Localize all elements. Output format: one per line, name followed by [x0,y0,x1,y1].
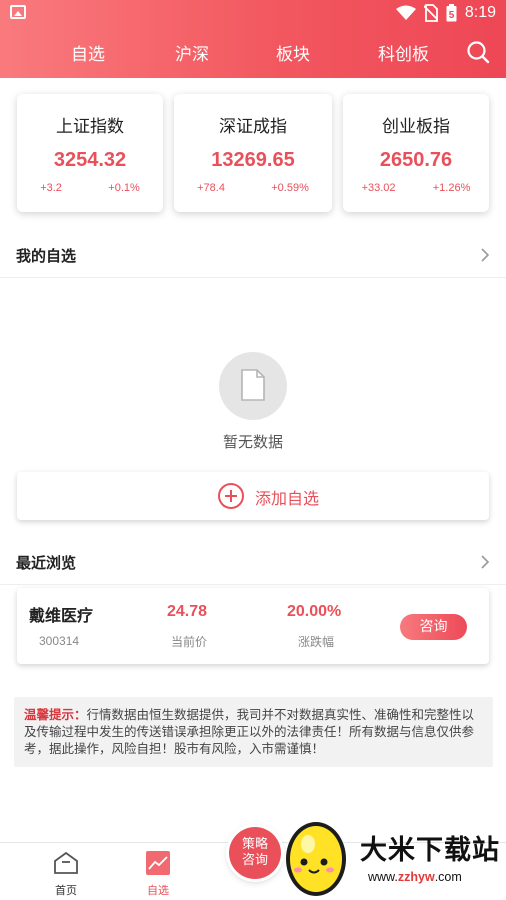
index-change: +3.2 [40,182,62,194]
watchlist-title: 我的自选 [16,247,77,265]
empty-state-circle [219,352,287,420]
battery-icon: 5 [446,4,457,22]
strategy-line1: 策略 [241,837,268,852]
index-card-chinext[interactable]: 创业板指 2650.76 +33.02 +1.26% [343,94,489,212]
chevron-right-icon [481,248,490,262]
status-bar: 5 8:19 [0,0,506,28]
watermark-url: www.zzhyw.com [368,870,462,884]
no-sim-icon [423,4,438,22]
gallery-icon [10,5,26,19]
chart-icon [146,851,170,875]
document-icon [241,369,265,401]
search-icon[interactable] [466,40,490,64]
index-change-pct: +0.1% [108,182,140,194]
recent-title: 最近浏览 [16,554,77,572]
watermark-title: 大米下载站 [360,835,500,866]
stock-price: 24.78 [167,603,208,620]
empty-state-text: 暂无数据 [222,433,283,451]
index-change: +33.02 [361,182,396,194]
watchlist-header[interactable]: 我的自选 [0,234,506,278]
index-value: 13269.65 [211,149,295,171]
stock-price-label: 当前价 [171,635,208,649]
bottom-nav-home-label: 首页 [55,884,77,897]
index-change: +78.4 [197,182,225,194]
notice-text: 行情数据由恒生数据提供，我司并不对数据真实性、准确性和完整性以及传输过程中发生的… [24,707,475,756]
bottom-nav-watchlist-label: 自选 [147,884,169,897]
watermark-url-prefix: www. [368,870,398,884]
tab-watchlist[interactable]: 自选 [71,40,105,65]
egg-mascot-logo [286,822,346,896]
index-change-pct: +1.26% [432,182,471,194]
status-time: 8:19 [464,4,496,21]
stock-code: 300314 [39,634,80,648]
index-changes: +3.2 +0.1% [17,182,163,194]
strategy-line2: 咨询 [241,853,268,868]
index-change-pct: +0.59% [271,182,309,194]
index-name: 创业板指 [382,117,450,137]
stock-change-label: 涨跌幅 [298,635,335,649]
stock-name: 戴维医疗 [29,606,94,625]
status-right: 5 8:19 [395,4,496,22]
index-card-shanghai[interactable]: 上证指数 3254.32 +3.2 +0.1% [17,94,163,212]
tab-star-market[interactable]: 科创板 [378,40,429,65]
index-value: 2650.76 [379,149,453,171]
top-nav: 自选 沪深 板块 科创板 [0,36,506,70]
recent-stock-card[interactable]: 戴维医疗 300314 24.78 当前价 20.00% 涨跌幅 咨询 [17,588,489,664]
index-value: 3254.32 [53,149,127,171]
wifi-icon [395,5,416,20]
disclaimer-notice: 温馨提示：行情数据由恒生数据提供，我司并不对数据真实性、准确性和完整性以及传输过… [14,697,493,767]
strategy-consult-button[interactable]: 策略 咨询 [229,827,281,879]
index-changes: +78.4 +0.59% [174,182,332,194]
home-icon [54,851,78,874]
index-changes: +33.02 +1.26% [343,182,489,194]
plus-circle-icon [218,483,244,509]
consult-button[interactable]: 咨询 [400,614,467,640]
stock-change-pct: 20.00% [287,603,342,620]
index-name: 上证指数 [56,117,124,137]
index-name: 深证成指 [219,117,287,137]
bottom-nav-watchlist[interactable]: 自选 [128,851,188,898]
add-watchlist-label: 添加自选 [255,489,320,508]
notice-label: 温馨提示： [24,707,87,722]
app-header: 5 8:19 自选 沪深 板块 科创板 [0,0,506,78]
watermark-url-highlight: zzhyw [397,870,435,884]
add-watchlist-button[interactable]: 添加自选 [17,472,489,520]
chevron-right-icon [481,555,490,569]
bottom-nav-home[interactable]: 首页 [36,851,96,898]
recent-header[interactable]: 最近浏览 [0,541,506,585]
index-card-shenzhen[interactable]: 深证成指 13269.65 +78.4 +0.59% [174,94,332,212]
battery-level: 5 [449,10,455,21]
watermark-url-suffix: .com [434,870,462,884]
tab-sectors[interactable]: 板块 [276,40,310,65]
tab-shanghai-shenzhen[interactable]: 沪深 [175,40,209,65]
